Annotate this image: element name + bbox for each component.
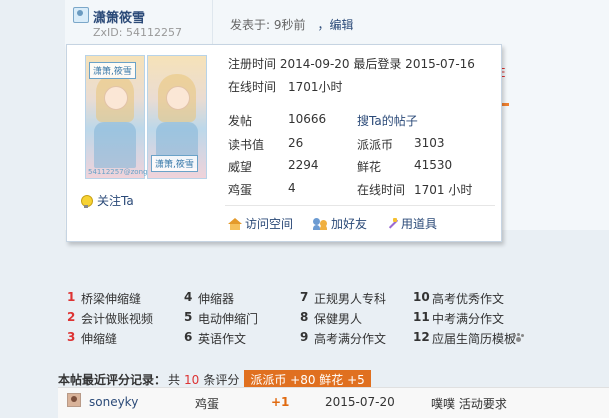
related-index: 3 [67, 330, 76, 344]
related-index: 10 [413, 290, 430, 304]
paipai-value: 3103 [414, 136, 445, 150]
use-item-label: 用道具 [401, 217, 438, 231]
rating-suffix: 条评分 [203, 373, 240, 387]
photo-stamp: 潇箫,筱雪 [89, 62, 136, 79]
related-index: 2 [67, 310, 76, 324]
post-time: 发表于: 9秒前 [230, 18, 306, 32]
related-index: 11 [413, 310, 430, 324]
left-gutter [0, 0, 65, 417]
edit-link[interactable]: ，编辑 [318, 18, 354, 32]
related-link[interactable]: 伸缩器 [198, 290, 234, 307]
rating-count: 10 [184, 372, 200, 387]
rating-reason: 噗噗 活动要求 [431, 397, 507, 411]
avatar[interactable] [67, 393, 81, 407]
related-index: 5 [184, 310, 193, 324]
use-item-button[interactable]: 用道具 [386, 215, 437, 232]
house-icon [228, 217, 242, 230]
related-link[interactable]: 桥梁伸缩缝 [81, 290, 141, 307]
related-index: 4 [184, 290, 193, 304]
author-name[interactable]: 潇箫筱雪 [93, 7, 145, 26]
paipai-label: 派派币 [357, 138, 394, 152]
related-index: 7 [300, 290, 309, 304]
related-link[interactable]: 保健男人 [314, 310, 362, 327]
wand-icon [386, 217, 398, 230]
related-link[interactable]: 正规男人专科 [314, 290, 386, 307]
related-link[interactable]: 中考满分作文 [432, 310, 504, 327]
register-info: 注册时间 2014-09-20 最后登录 2015-07-16 [228, 57, 475, 71]
follow-button[interactable]: 关注Ta [81, 192, 134, 209]
posts-label: 发帖 [228, 114, 253, 128]
add-friend-label: 加好友 [331, 217, 368, 231]
rating-title: 本帖最近评分记录： [58, 373, 167, 387]
photo-stamp: 潇箫,筱雪 [151, 155, 198, 172]
photo-corner-text: 54112257@zongxi [88, 168, 154, 176]
rating-date: 2015-07-20 [325, 395, 395, 409]
user-icon [73, 7, 89, 23]
add-friend-icon [313, 217, 328, 230]
egg-label: 鸡蛋 [228, 183, 253, 197]
related-link[interactable]: 伸缩缝 [81, 330, 117, 347]
posts-value: 10666 [288, 112, 327, 126]
visit-space-label: 访问空间 [245, 217, 294, 231]
profile-card: 潇箫,筱雪 54112257@zongxi 潇箫,筱雪 关注Ta 注册时间 20… [66, 44, 502, 242]
related-link[interactable]: 英语作文 [198, 330, 246, 347]
online-time-label: 在线时间 [357, 183, 406, 197]
post-meta: 发表于: 9秒前 ，编辑 [230, 16, 354, 33]
egg-value: 4 [288, 181, 296, 195]
add-friend-button[interactable]: 加好友 [313, 215, 367, 232]
online-time-value: 1701 小时 [414, 183, 473, 197]
related-index: 6 [184, 330, 193, 344]
related-link[interactable]: 高考优秀作文 [432, 290, 504, 307]
flowers-label: 鲜花 [357, 160, 382, 174]
related-index: 1 [67, 290, 76, 304]
prestige-value: 2294 [288, 158, 319, 172]
read-label: 读书值 [228, 138, 265, 152]
profile-photo-1[interactable]: 潇箫,筱雪 54112257@zongxi [85, 55, 154, 179]
read-value: 26 [288, 136, 304, 150]
related-link[interactable]: 应届生简历模板 [432, 330, 516, 347]
flowers-value: 41530 [414, 158, 453, 172]
related-index: 12 [413, 330, 430, 344]
author-zxid: ZxID: 54112257 [93, 26, 182, 39]
follow-label: 关注Ta [97, 194, 134, 208]
post-decoration [502, 103, 509, 106]
related-index: 9 [300, 330, 309, 344]
rating-prefix: 共 [168, 373, 181, 387]
prestige-label: 威望 [228, 160, 253, 174]
ta-posts-link[interactable]: 搜Ta的帖子 [357, 112, 418, 129]
online-info: 在线时间 1701小时 [228, 80, 343, 94]
rating-item: 鸡蛋 [195, 397, 220, 411]
paw-icon [513, 333, 524, 343]
related-link[interactable]: 高考满分作文 [314, 330, 386, 347]
profile-photo-2[interactable]: 潇箫,筱雪 [147, 55, 207, 179]
rating-score: +1 [271, 395, 290, 409]
card-divider [225, 205, 495, 206]
rater-name[interactable]: soneyky [89, 395, 138, 409]
bulb-icon [81, 194, 93, 208]
visit-space-button[interactable]: 访问空间 [228, 215, 293, 232]
related-index: 8 [300, 310, 309, 324]
related-link[interactable]: 电动伸缩门 [198, 310, 258, 327]
related-link[interactable]: 会计做账视频 [81, 310, 153, 327]
